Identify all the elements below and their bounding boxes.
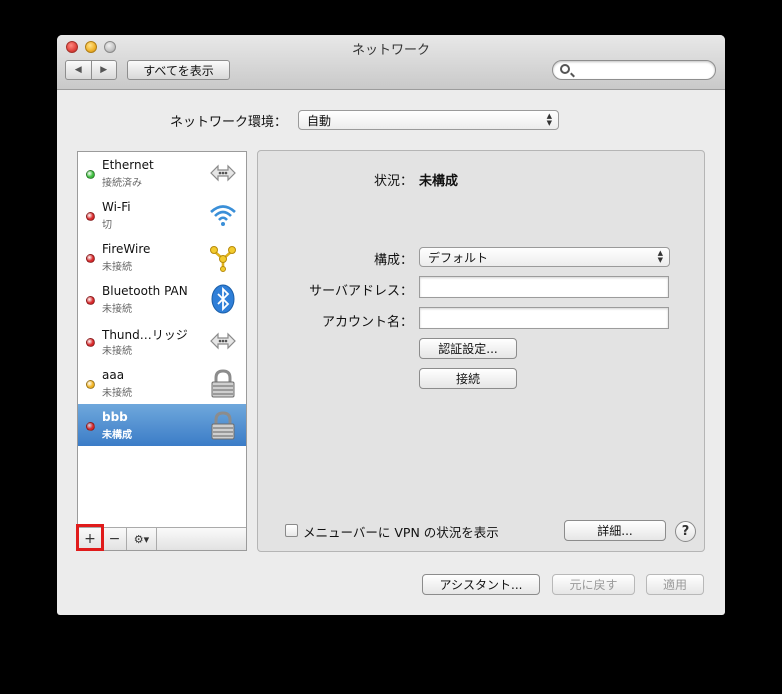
- service-item[interactable]: Ethernet 接続済み: [78, 152, 246, 194]
- configuration-label: 構成：: [373, 253, 413, 268]
- service-status: 切: [102, 220, 112, 231]
- service-status: 未接続: [102, 346, 132, 357]
- network-preferences-window: ネットワーク ◀ ▶ すべてを表示 ネットワーク環境： 自動 ▲ ▼ Ethern…: [57, 35, 725, 615]
- ethernet-icon: [208, 158, 238, 188]
- popup-arrows-icon: ▲ ▼: [657, 249, 663, 264]
- popup-arrows-icon: ▲ ▼: [546, 112, 552, 127]
- connect-button[interactable]: 接続: [419, 368, 517, 389]
- window-title: ネットワーク: [351, 43, 430, 58]
- status-label: 状況：: [373, 174, 413, 189]
- server-address-field[interactable]: [419, 276, 669, 298]
- show-vpn-status-label: メニューバーに VPN の状況を表示: [303, 525, 499, 540]
- apply-button[interactable]: 適用: [646, 574, 704, 595]
- service-item[interactable]: aaa 未接続: [78, 362, 246, 404]
- show-vpn-status-checkbox[interactable]: [285, 524, 298, 537]
- service-name: Ethernet: [102, 158, 154, 172]
- service-status: 接続済み: [102, 178, 142, 189]
- service-name: Bluetooth PAN: [102, 284, 188, 298]
- status-value: 未構成: [419, 174, 459, 189]
- configuration-popup[interactable]: デフォルト ▲ ▼: [419, 247, 670, 267]
- thunderbolt-bridge-icon: [208, 326, 238, 356]
- search-input[interactable]: [575, 62, 709, 78]
- service-status: 未接続: [102, 262, 132, 273]
- location-popup[interactable]: 自動 ▲ ▼: [298, 110, 559, 130]
- lock-icon: [208, 368, 238, 398]
- title-bar: ネットワーク ◀ ▶ すべてを表示: [57, 35, 725, 90]
- status-dot: [86, 338, 95, 347]
- bluetooth-icon: [208, 284, 238, 314]
- add-button-highlight: [76, 524, 104, 551]
- authentication-settings-button[interactable]: 認証設定...: [419, 338, 517, 359]
- service-name: Thund…リッジ: [102, 328, 188, 342]
- location-value: 自動: [307, 113, 332, 128]
- service-name: aaa: [102, 368, 125, 382]
- help-button[interactable]: ?: [675, 521, 696, 542]
- service-status: 未接続: [102, 304, 132, 315]
- status-dot: [86, 380, 95, 389]
- account-name-label: アカウント名：: [321, 315, 413, 330]
- location-label: ネットワーク環境：: [169, 115, 287, 130]
- service-name: Wi-Fi: [102, 200, 131, 214]
- status-dot: [86, 170, 95, 179]
- back-forward-control: ◀ ▶: [65, 60, 117, 80]
- status-dot: [86, 212, 95, 221]
- forward-arrow-icon: ▶: [100, 65, 108, 75]
- firewire-icon: [208, 242, 238, 272]
- assistant-button[interactable]: アシスタント...: [422, 574, 540, 595]
- show-all-button[interactable]: すべてを表示: [127, 60, 230, 80]
- service-item[interactable]: Wi-Fi 切: [78, 194, 246, 236]
- service-status: 未構成: [102, 430, 132, 441]
- service-item[interactable]: FireWire 未接続: [78, 236, 246, 278]
- action-menu-button[interactable]: ⚙▾: [127, 528, 157, 550]
- service-name: bbb: [102, 410, 128, 424]
- status-dot: [86, 422, 95, 431]
- revert-button[interactable]: 元に戻す: [552, 574, 635, 595]
- service-list: Ethernet 接続済み Wi-Fi 切 FireWire 未接続 Bluetooth P…: [77, 151, 247, 551]
- service-name: FireWire: [102, 242, 151, 256]
- service-status: 未接続: [102, 388, 132, 399]
- search-field[interactable]: [552, 60, 716, 80]
- service-item[interactable]: Thund…リッジ 未接続: [78, 320, 246, 362]
- back-button[interactable]: ◀: [66, 61, 91, 79]
- service-item[interactable]: Bluetooth PAN 未接続: [78, 278, 246, 320]
- detail-pane: 状況： 未構成 構成： デフォルト ▲ ▼ サーバアドレス： アカウント名： 認証…: [257, 150, 705, 552]
- forward-button[interactable]: ▶: [90, 61, 117, 79]
- wifi-icon: [208, 200, 238, 230]
- advanced-button[interactable]: 詳細...: [564, 520, 666, 541]
- search-icon: [560, 64, 570, 74]
- status-dot: [86, 296, 95, 305]
- status-dot: [86, 254, 95, 263]
- lock-icon: [208, 410, 238, 440]
- service-item[interactable]: bbb 未構成: [78, 404, 246, 446]
- back-arrow-icon: ◀: [74, 65, 82, 75]
- remove-service-button[interactable]: −: [103, 528, 127, 550]
- server-address-label: サーバアドレス：: [309, 284, 413, 299]
- account-name-field[interactable]: [419, 307, 669, 329]
- configuration-value: デフォルト: [428, 250, 489, 265]
